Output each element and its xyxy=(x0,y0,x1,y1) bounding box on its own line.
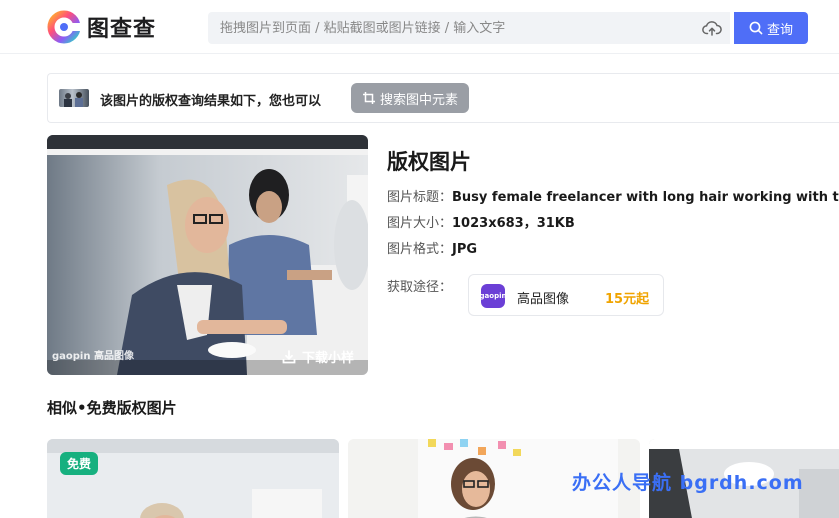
obtain-label: 获取途径： xyxy=(387,280,453,295)
search-button[interactable]: 查询 xyxy=(734,12,808,44)
search-button-label: 查询 xyxy=(766,22,793,38)
site-logo[interactable]: 图查查 xyxy=(47,10,156,44)
info-row-format: 图片格式：JPG xyxy=(387,238,477,257)
info-value: JPG xyxy=(452,242,478,257)
search-elements-label: 搜索图中元素 xyxy=(379,92,458,108)
info-title: 版权图片 xyxy=(387,150,471,174)
office-photo xyxy=(47,135,368,375)
result-bar: 该图片的版权查询结果如下，您也可以 搜索图中元素 xyxy=(47,73,839,123)
top-header: 图查查 查询 xyxy=(0,0,839,54)
free-badge: 免费 xyxy=(60,452,99,475)
info-value: Busy female freelancer with long hair wo… xyxy=(452,190,839,205)
logo-text: 图查查 xyxy=(87,17,157,42)
search-box xyxy=(208,12,730,44)
image-watermark: gaopin 高品图像 xyxy=(52,351,134,362)
info-row-size: 图片大小：1023x683，31KB xyxy=(387,212,575,231)
info-row-title: 图片标题：Busy female freelancer with long ha… xyxy=(387,186,839,205)
result-text: 该图片的版权查询结果如下，您也可以 xyxy=(100,94,322,109)
source-name: 高品图像 xyxy=(517,292,570,307)
site-watermark: 办公人导航 bgrdh.com xyxy=(572,472,804,494)
search-input[interactable] xyxy=(208,12,678,44)
similar-section-title: 相似•免费版权图片 xyxy=(47,399,177,417)
gaopin-logo-icon: gaopin xyxy=(480,284,506,308)
similar-photo xyxy=(47,439,339,518)
query-thumbnail xyxy=(59,89,89,107)
info-label: 图片格式： xyxy=(387,242,453,257)
logo-mark-icon xyxy=(47,10,81,44)
source-card-gaopin[interactable]: gaopin 高品图像 15元起 xyxy=(468,274,664,316)
copyright-image[interactable]: gaopin 高品图像 下载小样 xyxy=(47,135,368,375)
search-icon xyxy=(749,21,763,35)
info-value: 1023x683，31KB xyxy=(452,216,575,231)
similar-image-card[interactable]: 免费 xyxy=(47,439,339,518)
download-icon xyxy=(282,349,296,363)
crop-icon xyxy=(362,92,375,104)
download-sample-label: 下载小样 xyxy=(301,351,354,366)
info-label: 图片大小： xyxy=(387,216,453,231)
search-elements-button[interactable]: 搜索图中元素 xyxy=(351,83,469,113)
source-price: 15元起 xyxy=(605,292,650,307)
download-sample-button[interactable]: 下载小样 xyxy=(282,347,354,366)
info-label: 图片标题： xyxy=(387,190,453,205)
cloud-upload-icon[interactable] xyxy=(702,18,722,38)
